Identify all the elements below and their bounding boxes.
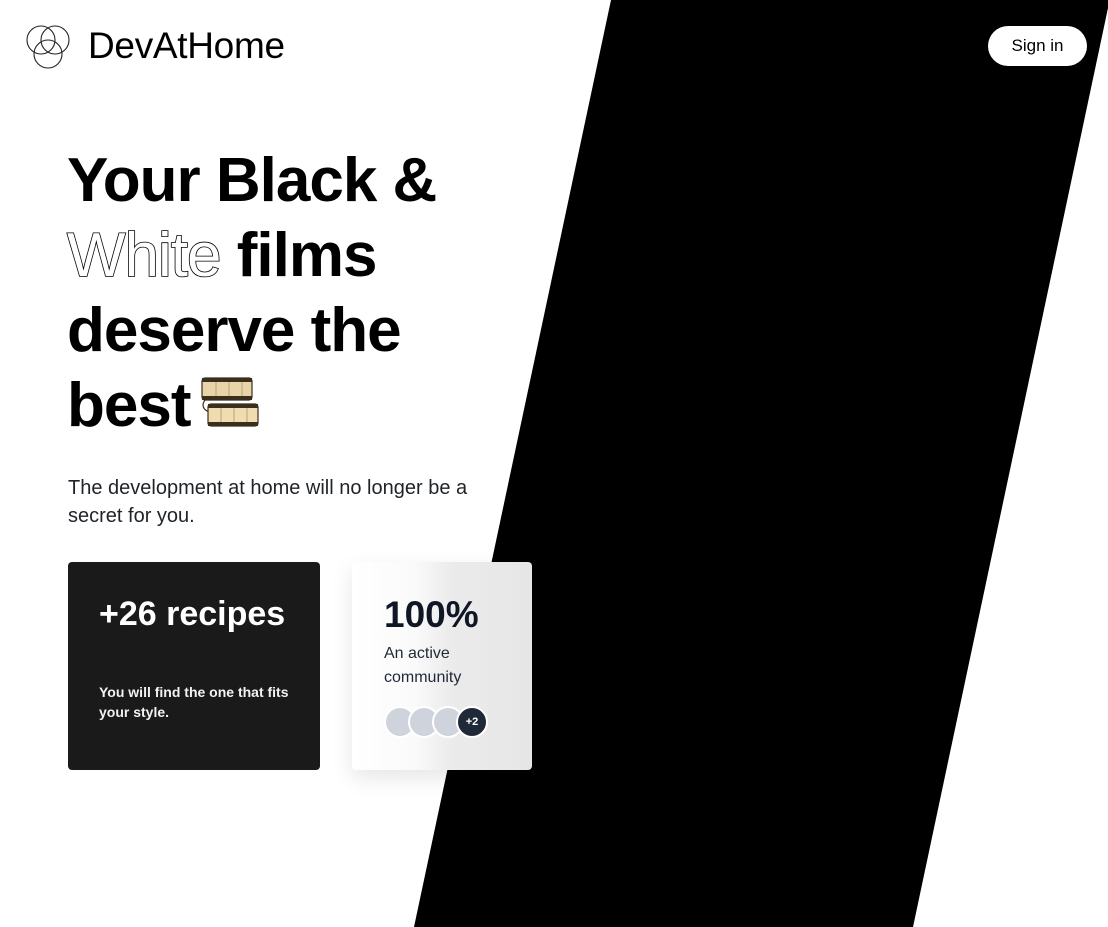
community-description: An active community xyxy=(384,645,462,686)
hero-title: Your Black & White films deserve the bes… xyxy=(66,143,587,443)
nav-table-link[interactable]: Table xyxy=(837,36,880,56)
hero-title-outline-word: White xyxy=(66,220,222,291)
site-header: DevAtHome Table About Sign in xyxy=(0,0,1108,92)
diagonal-band xyxy=(414,0,1108,927)
recipes-card[interactable]: +26 recipes You will find the one that f… xyxy=(68,562,320,770)
hero-title-line-3: deserve the xyxy=(67,296,402,365)
nav-about-link[interactable]: About xyxy=(910,36,959,56)
brand-name[interactable]: DevAtHome xyxy=(88,24,285,68)
community-headline: 100% xyxy=(384,594,479,635)
sign-in-button[interactable]: Sign in xyxy=(988,26,1087,66)
community-card[interactable]: 100% An active community +2 xyxy=(352,562,532,770)
film-reel-icon xyxy=(201,377,260,427)
hero-title-line-1: Your Black & xyxy=(67,146,437,215)
recipes-description: You will find the one that fits your sty… xyxy=(99,684,289,720)
recipes-headline: +26 recipes xyxy=(99,595,286,633)
hero-title-line-2: films xyxy=(236,221,378,290)
avatar-more-count: +2 xyxy=(456,706,488,738)
hero-title-line-4: best xyxy=(67,371,191,440)
logo-icon[interactable] xyxy=(24,22,72,70)
hero-subtitle: The development at home will no longer b… xyxy=(68,477,468,527)
